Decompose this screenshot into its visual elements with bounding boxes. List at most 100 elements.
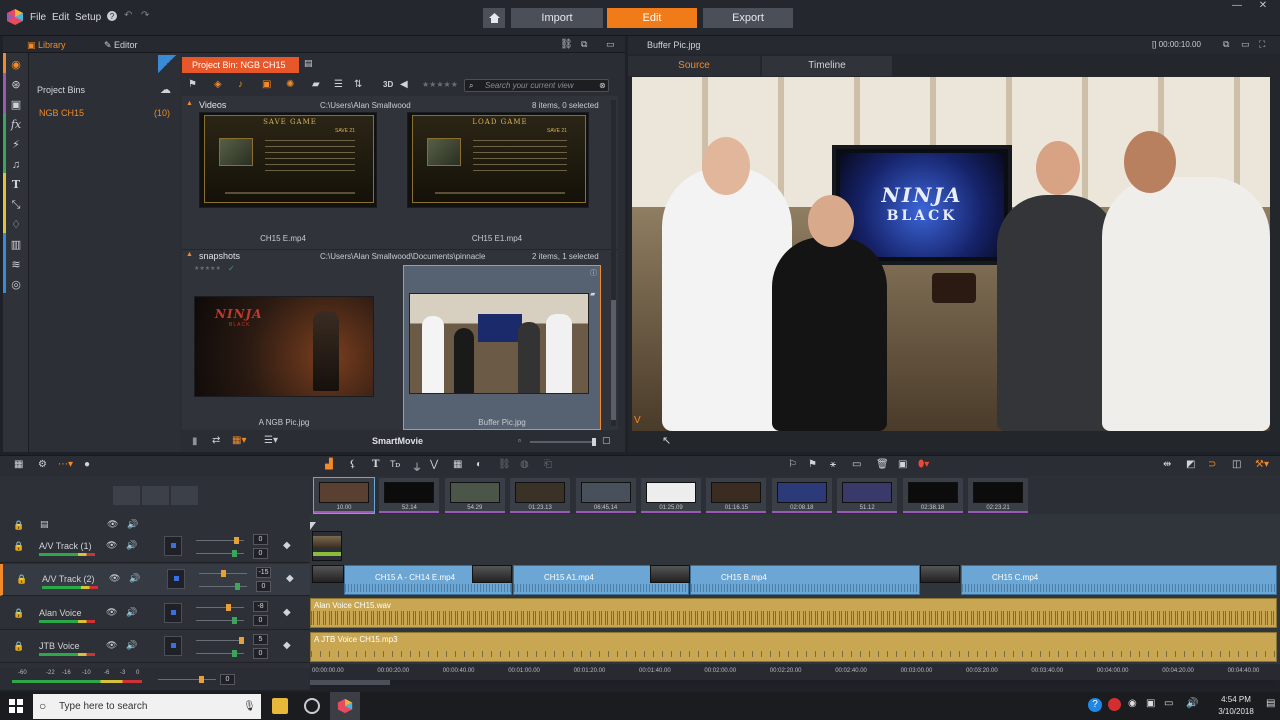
grid-icon[interactable]: ▦ — [14, 459, 23, 470]
volume-value[interactable]: -8 — [253, 601, 268, 612]
delete-icon[interactable]: ▮ — [192, 436, 198, 447]
master-volume-value[interactable]: 0 — [220, 674, 235, 685]
master-fader-track[interactable] — [158, 679, 216, 680]
export-tab[interactable]: Export — [703, 8, 793, 28]
zoom-large-icon[interactable]: ▢ — [602, 435, 611, 446]
taskbar-search-input[interactable]: ○ Type here to search 🎙 — [33, 694, 261, 719]
menus-icon[interactable]: ▥ — [7, 237, 25, 253]
audio-mixer-icon[interactable]: ▟ — [325, 459, 333, 470]
redo-icon[interactable]: ↷ — [141, 10, 149, 21]
track-header[interactable]: 🔒 A/V Track (2) 👁 🔊 -15 0 ◆ — [0, 564, 310, 596]
storyboard-clip[interactable]: 01:16.15 — [706, 478, 767, 513]
speaker-icon[interactable]: 🔊 — [126, 640, 137, 651]
zoom-small-icon[interactable]: ▫ — [518, 436, 521, 445]
audio-clip-jtb-voice[interactable]: A JTB Voice CH15.mp3 — [310, 632, 1277, 662]
filter-project-icon[interactable]: ✺ — [286, 79, 294, 90]
track-view-button-1[interactable] — [113, 486, 140, 505]
library-scrollbar[interactable] — [611, 100, 616, 426]
popout-icon[interactable]: ⧉ — [581, 39, 587, 50]
volume-fader-knob[interactable] — [234, 537, 239, 544]
section-header-snapshots[interactable]: ▲ snapshots C:\Users\Alan Smallwood\Docu… — [186, 251, 616, 265]
windows-start-icon[interactable] — [9, 699, 23, 713]
visibility-icon[interactable]: 👁 — [109, 573, 120, 584]
scrollbar-thumb[interactable] — [611, 300, 616, 420]
trash-icon[interactable]: 🗑 — [876, 459, 889, 470]
video-clip[interactable]: CH15 B.mp4 — [690, 565, 920, 595]
track-header[interactable]: 🔒 A/V Track (1) 👁 🔊 0 0 ◆ — [0, 531, 310, 563]
pan-grid[interactable] — [164, 636, 182, 656]
clip-buffer-pic[interactable] — [312, 531, 342, 561]
rating-filter[interactable]: ★★★★★ — [422, 80, 458, 89]
microphone-icon[interactable]: 🎙 — [243, 694, 256, 719]
stabilize-icon[interactable]: ◍ — [520, 459, 529, 470]
tab-source[interactable]: Source — [628, 56, 760, 76]
thumbnail-ch15-e[interactable]: SAVE GAME SAVE 21 — [199, 112, 377, 208]
speaker-icon[interactable]: 🔊 — [126, 607, 137, 618]
text-tool-icon[interactable]: Tꭰ — [390, 459, 400, 470]
lock-icon[interactable]: 🔒 — [13, 608, 24, 619]
marker-color-icon[interactable]: ⬮▾ — [918, 459, 929, 470]
thumbnail-ch15-e1[interactable]: LOAD GAME SAVE 21 — [407, 112, 589, 208]
visibility-icon[interactable]: 👁 — [106, 640, 117, 651]
speaker-icon[interactable]: 🔊 — [126, 540, 137, 551]
tab-timeline[interactable]: Timeline — [762, 56, 892, 76]
volume-fader-track[interactable] — [196, 607, 244, 608]
music-icon[interactable]: ♫ — [7, 157, 25, 173]
volume-fader-knob[interactable] — [239, 637, 244, 644]
speaker-icon[interactable]: 🔊 — [129, 573, 140, 584]
effects-tool-icon[interactable]: ⚸ — [349, 459, 356, 470]
media-icon[interactable]: ⊛ — [7, 77, 25, 93]
storyboard-clip[interactable]: 02:08.18 — [771, 478, 832, 513]
collapse-icon[interactable]: ▲ — [186, 251, 193, 258]
visibility-icon[interactable]: 👁 — [106, 607, 117, 618]
effects-icon[interactable]: fx — [7, 117, 25, 133]
filter-video-icon[interactable]: ◈ — [214, 79, 222, 90]
refresh-icon[interactable]: ⇄ — [212, 435, 220, 446]
home-button[interactable] — [483, 8, 505, 28]
master-fader-knob[interactable] — [199, 676, 204, 683]
tray-app-2-icon[interactable]: ◉ — [1128, 698, 1137, 709]
ripple-icon[interactable]: ▭ — [852, 459, 861, 470]
track-name[interactable]: JTB Voice — [39, 641, 80, 651]
maximize-panel-icon[interactable]: ▭ — [606, 39, 615, 50]
track-header[interactable]: 🔒 JTB Voice 👁 🔊 5 0 ◆ — [0, 631, 310, 663]
maximize-panel-icon[interactable]: ▭ — [1241, 39, 1250, 50]
add-bin-icon[interactable]: ☁ — [160, 83, 171, 96]
search-input[interactable]: ⌕ Search your current view ⊗ — [464, 79, 609, 92]
project-bins-icon[interactable]: ◉ — [7, 57, 25, 73]
timeline-scroll-thumb[interactable] — [310, 680, 390, 685]
tray-app-3-icon[interactable]: ▣ — [1146, 698, 1155, 709]
collapse-icon[interactable]: ▲ — [186, 100, 193, 107]
info-icon[interactable]: ⓘ — [590, 268, 597, 278]
fullscreen-icon[interactable]: ⛶ — [1259, 39, 1265, 50]
folder-icon[interactable]: ▰ — [590, 290, 595, 298]
settings-icon[interactable]: ⚙ — [38, 459, 47, 470]
split-icon[interactable]: ⚹ — [830, 459, 836, 470]
thumbnail-view-icon[interactable]: ▦▾ — [232, 435, 246, 446]
volume-icon[interactable]: 🔊 — [1186, 698, 1198, 709]
storyboard-clip[interactable]: 02:23.21 — [968, 478, 1028, 513]
folder-icon[interactable]: ▰ — [312, 79, 320, 90]
pan-grid[interactable] — [167, 569, 185, 589]
filter-photo-icon[interactable]: ▣ — [262, 79, 271, 90]
volume-value[interactable]: 0 — [253, 534, 268, 545]
track-name[interactable]: A/V Track (1) — [39, 541, 92, 551]
color-icon[interactable]: ◐ — [476, 459, 482, 470]
circle-icon[interactable]: ● — [84, 459, 90, 470]
storyboard-clip[interactable]: 10.00 — [313, 477, 375, 514]
pan-value[interactable]: 0 — [256, 581, 271, 592]
file-explorer-icon[interactable] — [272, 698, 288, 714]
keyframe-icon[interactable]: ◆ — [283, 607, 291, 618]
bin-tab-options-icon[interactable]: ▤ — [304, 58, 313, 69]
scrub-audio-icon[interactable]: ◫ — [1232, 459, 1241, 470]
pan-fader-knob[interactable] — [232, 650, 237, 657]
marker-icon[interactable]: ⚐ — [788, 459, 797, 470]
volume-value[interactable]: -15 — [256, 567, 271, 578]
magnet-icon[interactable]: ⊃ — [1208, 459, 1216, 470]
help-tray-icon[interactable]: ? — [1088, 698, 1102, 712]
storyboard-clip[interactable]: 01:25.09 — [641, 478, 701, 513]
import-tab[interactable]: Import — [511, 8, 603, 28]
3d-filter-button[interactable]: 3D — [383, 80, 393, 89]
filter-audio-icon[interactable]: ♪ — [238, 79, 243, 90]
keyframe-icon[interactable]: ◆ — [283, 640, 291, 651]
